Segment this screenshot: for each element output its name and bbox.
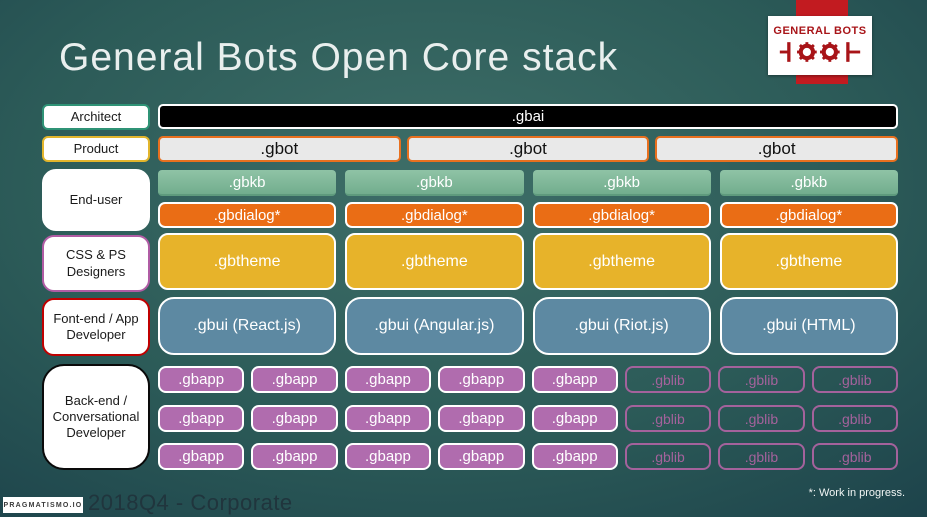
label-end-user: End-user <box>42 169 150 231</box>
label-frontend-app-developer: Font-end / App Developer <box>42 298 150 356</box>
backend-row-3: .gbapp .gbapp .gbapp .gbapp .gbapp .gblib .gbl… <box>158 443 898 470</box>
gbdialog-box: .gbdialog* <box>158 202 337 228</box>
gblib-box: .gblib <box>811 443 898 470</box>
gbdialog-box: .gbdialog* <box>532 202 711 228</box>
gbkb-box: .gbkb <box>532 170 711 196</box>
gblib-box: .gblib <box>624 405 712 432</box>
gbapp-box: .gbapp <box>438 443 525 470</box>
gbkb-box: .gbkb <box>719 170 898 196</box>
label-backend-conversational-developer: Back-end / Conversational Developer <box>42 364 150 470</box>
gblib-box: .gblib <box>624 443 712 470</box>
gbai-row: .gbai <box>158 104 898 129</box>
gblib-box: .gblib <box>624 366 712 393</box>
slide: General Bots Open Core stack GENERAL BOT… <box>0 0 927 517</box>
gbapp-box: .gbapp <box>158 443 245 470</box>
label-css-ps-designers: CSS & PS Designers <box>42 235 150 292</box>
gbdialog-box: .gbdialog* <box>719 202 898 228</box>
gbdialog-row: .gbdialog* .gbdialog* .gbdialog* .gbdialog* <box>158 202 898 228</box>
gblib-box: .gblib <box>811 366 898 393</box>
gbapp-box: .gbapp <box>344 366 432 393</box>
work-in-progress-footnote: *: Work in progress. <box>808 487 905 499</box>
gbkb-box: .gbkb <box>158 170 337 196</box>
gbtheme-box: .gbtheme <box>345 233 524 290</box>
gblib-box: .gblib <box>811 405 898 432</box>
footer-caption: 2018Q4 - Corporate <box>88 490 293 515</box>
general-bots-logo: GENERAL BOTS <box>768 16 872 75</box>
gbapp-box: .gbapp <box>344 443 432 470</box>
gbui-row: .gbui (React.js) .gbui (Angular.js) .gbui … <box>158 297 898 355</box>
gbkb-box: .gbkb <box>345 170 524 196</box>
gbui-box: .gbui (React.js) <box>158 297 337 355</box>
gblib-box: .gblib <box>718 405 805 432</box>
gbapp-box: .gbapp <box>531 405 618 432</box>
pragmatismo-logo: PRAGMATISMO.IO <box>3 497 83 513</box>
gbapp-box: .gbapp <box>531 366 618 393</box>
gbapp-box: .gbapp <box>158 405 245 432</box>
backend-row-2: .gbapp .gbapp .gbapp .gbapp .gbapp .gblib .gbl… <box>158 405 898 432</box>
label-architect: Architect <box>42 104 150 130</box>
gblib-box: .gblib <box>718 443 805 470</box>
gbtheme-box: .gbtheme <box>158 233 337 290</box>
page-title: General Bots Open Core stack <box>59 36 619 79</box>
gbot-box: .gbot <box>406 136 650 162</box>
gbtheme-box: .gbtheme <box>532 233 711 290</box>
logo-brand-text: GENERAL BOTS <box>773 25 867 37</box>
gbot-box: .gbot <box>158 136 401 162</box>
gbui-box: .gbui (Riot.js) <box>532 297 711 355</box>
gblib-box: .gblib <box>718 366 805 393</box>
label-product: Product <box>42 136 150 162</box>
gbui-box: .gbui (Angular.js) <box>345 297 524 355</box>
gbapp-box: .gbapp <box>531 443 618 470</box>
gbapp-box: .gbapp <box>251 366 338 393</box>
gbkb-row: .gbkb .gbkb .gbkb .gbkb <box>158 170 898 196</box>
gbapp-box: .gbapp <box>158 366 245 393</box>
gbot-box: .gbot <box>655 136 898 162</box>
gbapp-box: .gbapp <box>344 405 432 432</box>
gbapp-box: .gbapp <box>251 443 338 470</box>
gbdialog-box: .gbdialog* <box>345 202 524 228</box>
gbapp-box: .gbapp <box>251 405 338 432</box>
gbapp-box: .gbapp <box>438 405 525 432</box>
gbtheme-box: .gbtheme <box>719 233 898 290</box>
gears-icon <box>779 42 861 62</box>
gbapp-box: .gbapp <box>438 366 525 393</box>
gbui-box: .gbui (HTML) <box>719 297 898 355</box>
backend-row-1: .gbapp .gbapp .gbapp .gbapp .gbapp .gblib .gbl… <box>158 366 898 393</box>
gbot-row: .gbot .gbot .gbot <box>158 136 898 162</box>
gbtheme-row: .gbtheme .gbtheme .gbtheme .gbtheme <box>158 233 898 290</box>
gbai-box: .gbai <box>158 104 898 129</box>
